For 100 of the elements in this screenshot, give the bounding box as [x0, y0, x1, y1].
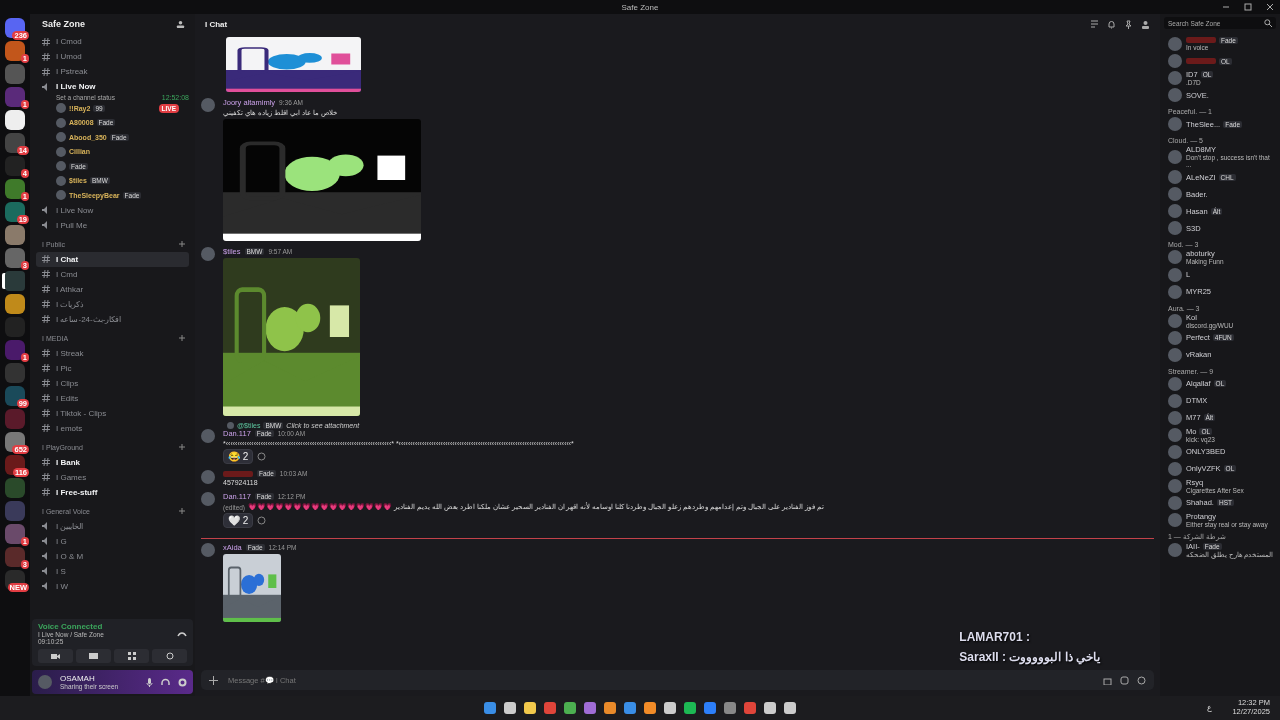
avatar[interactable]: [1168, 71, 1182, 86]
avatar[interactable]: [201, 98, 215, 112]
app-icon[interactable]: [764, 702, 776, 714]
avatar[interactable]: [1168, 117, 1182, 132]
server-icon[interactable]: [5, 110, 25, 130]
avatar[interactable]: [1168, 347, 1182, 362]
avatar[interactable]: [1168, 313, 1182, 328]
reaction[interactable]: 😂 2: [223, 449, 254, 464]
threads-icon[interactable]: [1090, 19, 1099, 29]
avatar[interactable]: [1168, 37, 1182, 51]
avatar[interactable]: [1168, 221, 1182, 236]
mic-icon[interactable]: [146, 677, 153, 687]
headphones-icon[interactable]: [161, 677, 170, 687]
avatar[interactable]: [1168, 170, 1182, 185]
app-icon[interactable]: [484, 702, 496, 714]
server-icon[interactable]: [5, 202, 25, 222]
avatar[interactable]: [1168, 376, 1182, 391]
avatar[interactable]: [1168, 267, 1182, 282]
app-icon[interactable]: [784, 702, 796, 714]
add-icon[interactable]: [179, 335, 185, 341]
avatar[interactable]: [56, 146, 66, 157]
channel-item[interactable]: I Clips: [36, 375, 189, 391]
channel-item[interactable]: I Free-stuff: [36, 484, 189, 500]
avatar[interactable]: [56, 117, 66, 128]
channel-item[interactable]: I Streak: [36, 345, 189, 361]
channel-item[interactable]: I Edits: [36, 390, 189, 406]
avatar[interactable]: [201, 247, 215, 261]
channel-item[interactable]: I Tiktok - Clips: [36, 405, 189, 421]
avatar[interactable]: [201, 429, 215, 443]
avatar[interactable]: [1168, 284, 1182, 299]
server-icon[interactable]: [5, 133, 25, 153]
avatar[interactable]: [201, 492, 215, 506]
avatar[interactable]: [201, 470, 215, 484]
channel-item[interactable]: I Cmod: [36, 34, 189, 49]
avatar[interactable]: [1168, 444, 1182, 459]
add-icon[interactable]: [179, 444, 185, 450]
server-icon[interactable]: [5, 432, 25, 452]
server-icon[interactable]: [5, 294, 25, 314]
bell-icon[interactable]: [1107, 19, 1116, 29]
add-icon[interactable]: [179, 508, 185, 514]
channel-item[interactable]: I Athkar: [36, 281, 189, 297]
avatar[interactable]: [1168, 149, 1182, 164]
app-icon[interactable]: [684, 702, 696, 714]
avatar[interactable]: [56, 103, 66, 114]
channel-item[interactable]: I G: [36, 533, 189, 549]
app-icon[interactable]: [624, 702, 636, 714]
avatar[interactable]: [1168, 330, 1182, 345]
gift-icon[interactable]: [1103, 675, 1112, 685]
app-icon[interactable]: [584, 702, 596, 714]
channel-item[interactable]: I Games: [36, 469, 189, 485]
app-icon[interactable]: [744, 702, 756, 714]
channel-item[interactable]: I الخايبين: [36, 518, 189, 534]
server-name[interactable]: Safe Zone: [42, 19, 85, 29]
server-icon[interactable]: [5, 386, 25, 406]
avatar[interactable]: [1168, 461, 1182, 476]
close-icon[interactable]: [1266, 3, 1274, 11]
avatar[interactable]: [1168, 250, 1182, 265]
avatar[interactable]: [1168, 187, 1182, 202]
server-icon[interactable]: [5, 455, 25, 475]
avatar[interactable]: [56, 175, 66, 186]
camera-button[interactable]: [38, 649, 73, 663]
activities-button[interactable]: [114, 649, 149, 663]
app-icon[interactable]: [564, 702, 576, 714]
channel-item[interactable]: I Live Now: [36, 79, 189, 94]
channel-item[interactable]: I Live Now: [36, 202, 189, 218]
avatar[interactable]: [1168, 410, 1182, 425]
avatar[interactable]: [56, 132, 66, 143]
sticker-icon[interactable]: [1120, 675, 1129, 685]
channel-item[interactable]: I S: [36, 563, 189, 579]
share-screen-button[interactable]: [76, 649, 111, 663]
avatar[interactable]: [56, 190, 66, 201]
channel-item[interactable]: I Bank: [36, 454, 189, 470]
channel-item[interactable]: I O & M: [36, 548, 189, 564]
avatar[interactable]: [1168, 204, 1182, 219]
avatar[interactable]: [1168, 478, 1182, 493]
channel-item[interactable]: I Umod: [36, 49, 189, 64]
channel-item[interactable]: I افكار-بث-24-ساعه: [36, 311, 189, 327]
app-icon[interactable]: [644, 702, 656, 714]
channel-item[interactable]: I ذكريات: [36, 296, 189, 312]
disconnect-icon[interactable]: [177, 630, 187, 637]
members-icon[interactable]: [1141, 19, 1150, 29]
app-icon[interactable]: [504, 702, 516, 714]
app-icon[interactable]: [544, 702, 556, 714]
add-icon[interactable]: [179, 241, 185, 247]
avatar[interactable]: [1168, 88, 1182, 103]
emoji-icon[interactable]: [1137, 675, 1146, 685]
avatar[interactable]: [1168, 54, 1182, 68]
avatar[interactable]: [56, 161, 66, 172]
avatar[interactable]: [1168, 496, 1182, 510]
app-icon[interactable]: [724, 702, 736, 714]
add-reaction-icon[interactable]: [257, 516, 267, 525]
avatar[interactable]: [1168, 393, 1182, 408]
server-icon[interactable]: [5, 18, 25, 38]
invite-icon[interactable]: [176, 19, 185, 29]
app-icon[interactable]: [524, 702, 536, 714]
soundboard-button[interactable]: [152, 649, 187, 663]
avatar[interactable]: [201, 543, 215, 557]
avatar[interactable]: [1168, 513, 1182, 528]
pin-icon[interactable]: [1124, 19, 1133, 29]
maximize-icon[interactable]: [1244, 3, 1252, 11]
